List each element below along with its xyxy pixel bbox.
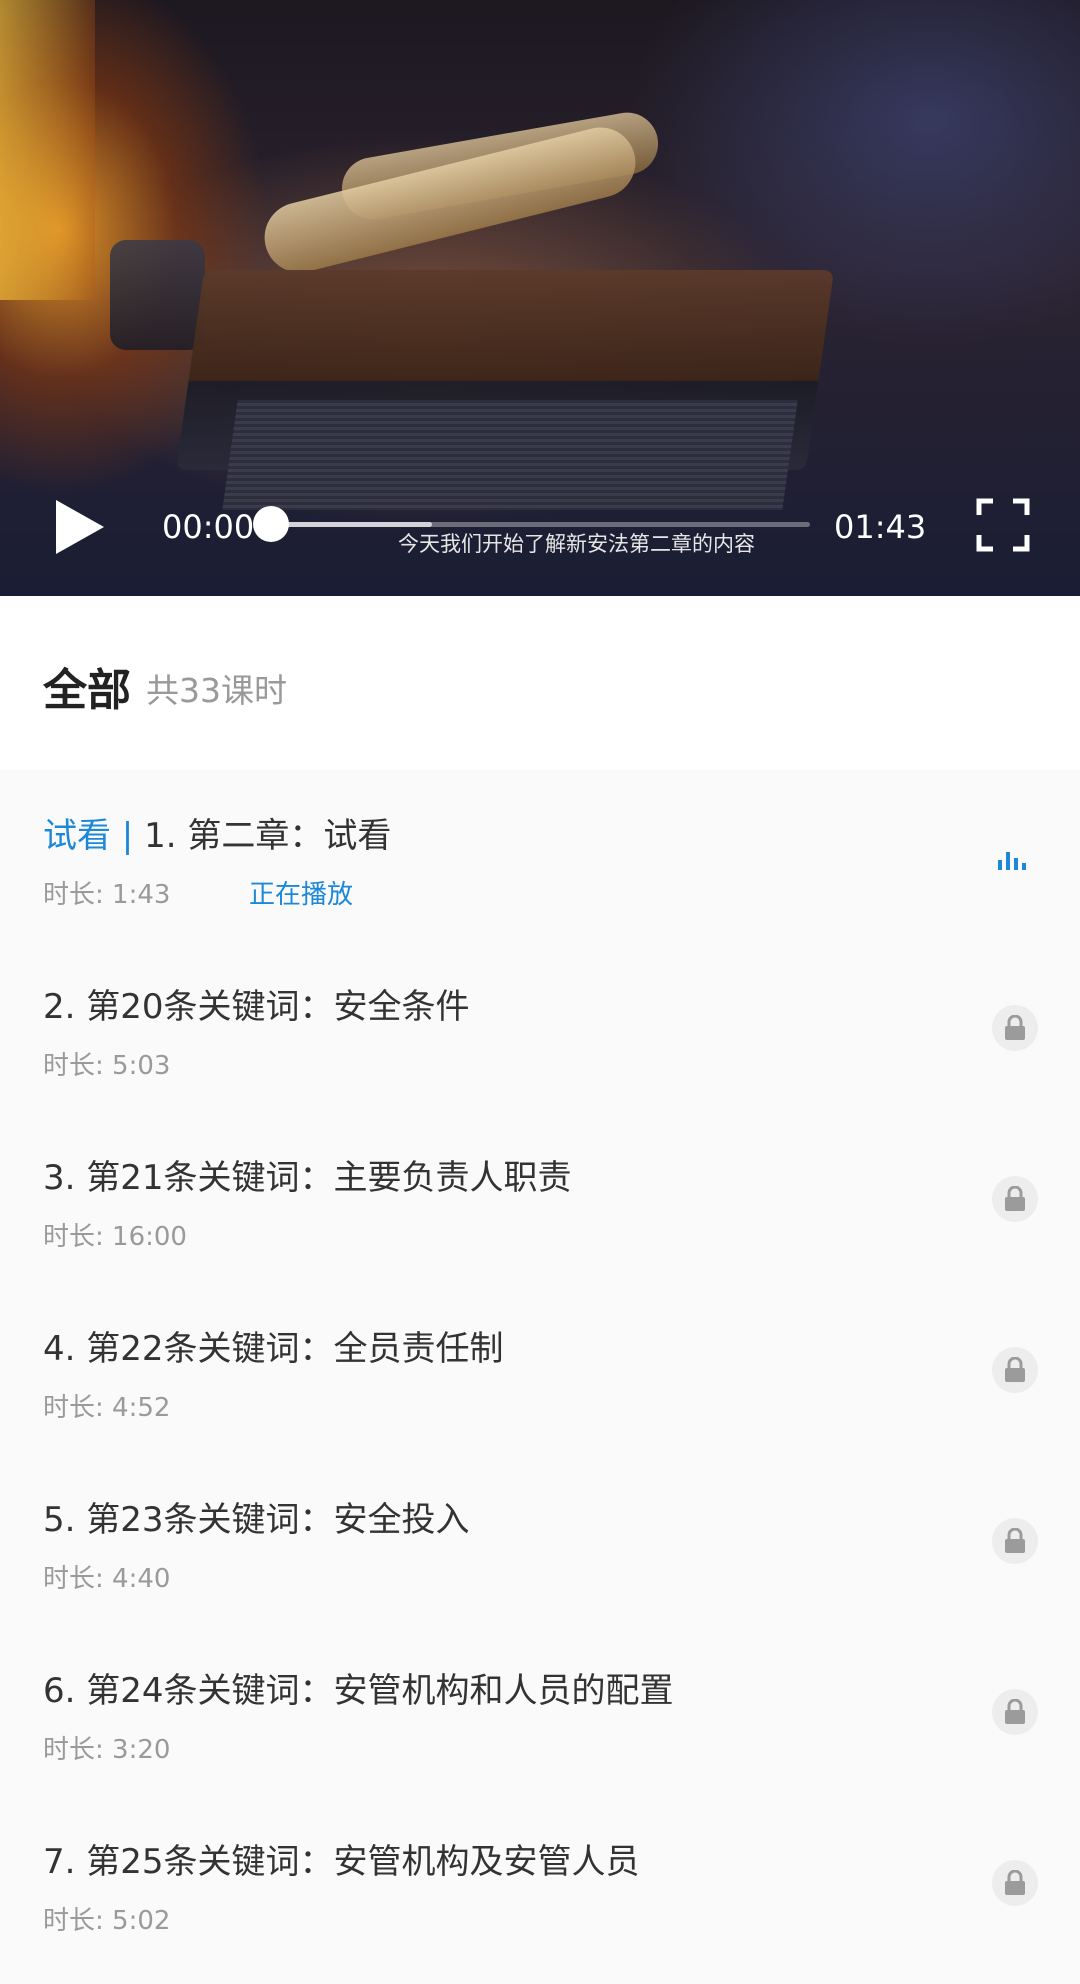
play-button[interactable] — [52, 496, 108, 558]
playing-bars-icon — [990, 834, 1038, 882]
lesson-list-header: 全部 共33课时 — [0, 596, 1080, 770]
lesson-item-3[interactable]: 3. 第21条关键词：主要负责人职责 时长: 16:00 — [0, 1112, 1080, 1283]
lesson-title: 试看 | 1. 第二章：试看 — [43, 808, 391, 857]
video-player[interactable]: 00:00 今天我们开始了解新安法第二章的内容 01:43 — [0, 0, 1080, 596]
lesson-item-5[interactable]: 5. 第23条关键词：安全投入 时长: 4:40 — [0, 1454, 1080, 1625]
lesson-duration: 时长: 1:43 — [43, 880, 171, 910]
buffer-bar — [270, 522, 432, 527]
lesson-title: 3. 第21条关键词：主要负责人职责 — [43, 1158, 572, 1198]
lesson-list: 试看 | 1. 第二章：试看 时长: 1:43 正在播放 2. 第20条关键词：… — [0, 770, 1080, 1967]
lock-icon — [992, 1689, 1038, 1735]
lesson-duration: 时长: 5:03 — [43, 1051, 171, 1081]
lesson-item-7[interactable]: 7. 第25条关键词：安管机构及安管人员 时长: 5:02 — [0, 1796, 1080, 1967]
lock-icon — [992, 1005, 1038, 1051]
lesson-item-4[interactable]: 4. 第22条关键词：全员责任制 时长: 4:52 — [0, 1283, 1080, 1454]
lesson-count: 共33课时 — [146, 671, 287, 710]
lesson-title-text: 1. 第二章：试看 — [144, 816, 392, 856]
section-title: 全部 — [43, 665, 131, 716]
lesson-duration: 时长: 3:20 — [43, 1735, 171, 1765]
play-icon — [56, 500, 104, 554]
lesson-title: 4. 第22条关键词：全员责任制 — [43, 1329, 504, 1369]
total-time: 01:43 — [834, 508, 927, 546]
trial-tag: 试看 | — [43, 816, 145, 856]
video-frame-inkpot — [110, 240, 205, 350]
fullscreen-button[interactable] — [976, 498, 1030, 552]
progress-track[interactable] — [270, 522, 810, 527]
lock-icon — [992, 1347, 1038, 1393]
lesson-duration: 时长: 4:40 — [43, 1564, 171, 1594]
lesson-item-2[interactable]: 2. 第20条关键词：安全条件 时长: 5:03 — [0, 941, 1080, 1112]
lesson-title: 5. 第23条关键词：安全投入 — [43, 1500, 470, 1540]
lesson-title: 6. 第24条关键词：安管机构和人员的配置 — [43, 1671, 674, 1711]
lesson-duration: 时长: 5:02 — [43, 1906, 171, 1936]
lock-icon — [992, 1518, 1038, 1564]
fullscreen-icon — [976, 498, 1030, 552]
lesson-title: 7. 第25条关键词：安管机构及安管人员 — [43, 1842, 640, 1882]
lesson-duration: 时长: 16:00 — [43, 1222, 187, 1252]
lesson-item-6[interactable]: 6. 第24条关键词：安管机构和人员的配置 时长: 3:20 — [0, 1625, 1080, 1796]
current-time: 00:00 — [162, 508, 255, 546]
video-subtitle: 今天我们开始了解新安法第二章的内容 — [398, 532, 755, 556]
now-playing-label: 正在播放 — [249, 880, 354, 910]
lesson-title: 2. 第20条关键词：安全条件 — [43, 987, 470, 1027]
lesson-duration: 时长: 4:52 — [43, 1393, 171, 1423]
progress-thumb[interactable] — [253, 506, 289, 542]
lock-icon — [992, 1860, 1038, 1906]
lesson-item-1[interactable]: 试看 | 1. 第二章：试看 时长: 1:43 正在播放 — [0, 770, 1080, 941]
player-controls: 00:00 今天我们开始了解新安法第二章的内容 01:43 — [0, 480, 1080, 570]
lock-icon — [992, 1176, 1038, 1222]
video-frame-lamp — [0, 0, 95, 300]
